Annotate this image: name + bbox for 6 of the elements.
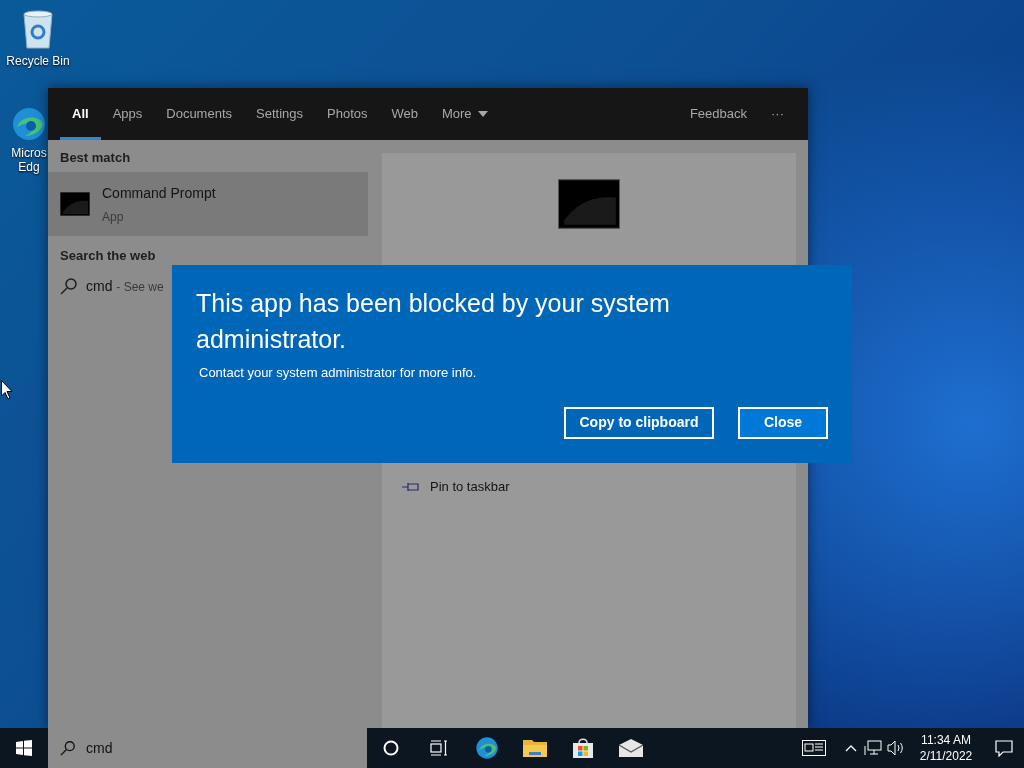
dialog-message: Contact your system administrator for more info. <box>199 364 478 382</box>
section-heading: Search the web <box>59 247 157 266</box>
dialog-title: This app has been blocked by your system administrator. <box>196 288 671 355</box>
result-subtitle: App <box>102 208 125 226</box>
result-title: Command Prompt <box>102 183 216 203</box>
section-heading: Best match <box>59 149 132 167</box>
